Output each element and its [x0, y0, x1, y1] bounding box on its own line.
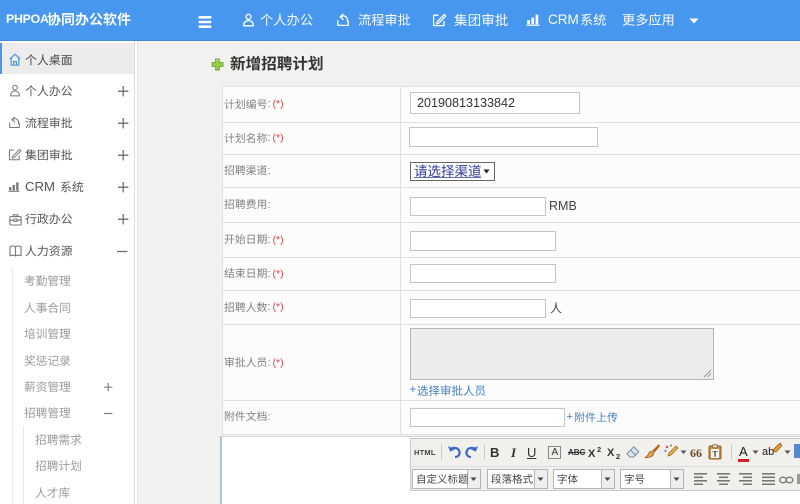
svg-text:T: T: [712, 450, 718, 459]
